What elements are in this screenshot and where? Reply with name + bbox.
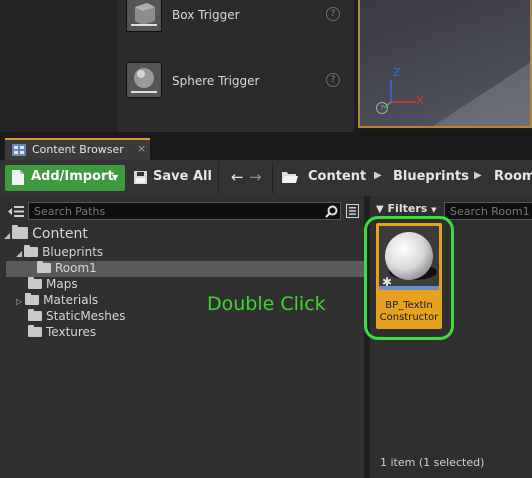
save-icon xyxy=(134,171,147,184)
tab-label: Content Browser xyxy=(32,143,124,156)
chevron-right-icon[interactable]: ▶ xyxy=(474,170,482,181)
filter-icon: ▼ xyxy=(376,204,384,215)
folder-icon xyxy=(24,245,39,257)
folder-icon xyxy=(28,277,42,289)
folder-icon xyxy=(37,261,51,273)
breadcrumb-room1[interactable]: Room1 xyxy=(494,169,532,184)
tree-item-materials[interactable]: ▷ Materials xyxy=(16,293,98,309)
close-icon[interactable]: × xyxy=(137,142,146,155)
tree-item-blueprints[interactable]: ◢ Blueprints xyxy=(16,245,103,261)
search-assets-placeholder: Search Room1 xyxy=(450,205,530,218)
search-icon[interactable] xyxy=(325,205,338,218)
folder-icon xyxy=(28,309,42,321)
tree-item-label: Textures xyxy=(46,325,97,339)
tree-item-label: Content xyxy=(32,226,88,242)
place-item-sphere-trigger[interactable]: Sphere Trigger ? xyxy=(124,62,348,102)
tree-item-textures[interactable]: Textures xyxy=(28,325,96,341)
content-browser-toolbar: Add/Import ▼ Save All ← → Content ▶ Blue… xyxy=(0,160,532,196)
tab-strip: Content Browser × xyxy=(0,136,532,160)
folder-open-icon xyxy=(282,172,298,183)
box-trigger-icon xyxy=(126,0,162,32)
place-actors-panel: Box Trigger ? Sphere Trigger ? xyxy=(118,0,354,132)
double-click-annotation: Double Click xyxy=(207,293,326,315)
tree-item-maps[interactable]: Maps xyxy=(28,277,78,293)
add-import-label: Add/Import xyxy=(31,169,114,184)
tree-item-label: Maps xyxy=(46,277,78,291)
expand-arrow-icon[interactable]: ◢ xyxy=(16,249,22,258)
breadcrumb-content[interactable]: Content xyxy=(308,169,366,184)
content-browser-icon xyxy=(12,144,26,156)
chevron-right-icon[interactable]: ▷ xyxy=(16,297,22,306)
left-toolbar-area xyxy=(0,0,118,132)
search-paths-input[interactable]: Search Paths xyxy=(28,202,341,220)
asset-view-panel: ▼ Filters ▼ Search Room1 ✱ BP_TextIn Con… xyxy=(364,196,532,478)
tree-item-label: StaticMeshes xyxy=(46,309,126,323)
folder-icon xyxy=(12,225,29,239)
back-arrow-icon[interactable]: ← xyxy=(231,168,244,186)
forward-arrow-icon[interactable]: → xyxy=(249,168,262,186)
toolbar-divider xyxy=(218,162,219,194)
chevron-down-icon: ▼ xyxy=(431,206,437,214)
search-paths-placeholder: Search Paths xyxy=(34,205,106,218)
viewport-scene[interactable]: Z X ? xyxy=(358,0,532,128)
place-item-box-trigger[interactable]: Box Trigger ? xyxy=(124,0,348,36)
chevron-right-icon[interactable]: ▶ xyxy=(374,170,382,181)
save-all-label: Save All xyxy=(153,169,212,184)
add-import-button[interactable]: Add/Import ▼ xyxy=(5,165,125,191)
axis-x-label: X xyxy=(416,94,424,107)
tree-item-staticmeshes[interactable]: StaticMeshes xyxy=(28,309,126,325)
help-icon[interactable]: ? xyxy=(326,7,340,21)
selection-status: 1 item (1 selected) xyxy=(380,456,485,469)
save-all-button[interactable]: Save All xyxy=(134,168,244,188)
sources-panel: Search Paths ◢ Content ◢ Blueprints Room1 … xyxy=(0,196,364,478)
help-icon[interactable]: ? xyxy=(326,73,340,87)
level-viewport[interactable]: Z X ? xyxy=(354,0,532,132)
chevron-down-icon: ▼ xyxy=(112,173,119,182)
place-item-label: Sphere Trigger xyxy=(172,74,260,88)
folder-icon xyxy=(28,325,42,337)
filters-label: Filters xyxy=(387,202,428,215)
tree-item-label: Blueprints xyxy=(42,245,104,259)
tree-item-room1[interactable]: Room1 xyxy=(37,261,97,277)
highlight-annotation-outline xyxy=(364,216,454,340)
tree-item-content[interactable]: ◢ Content xyxy=(4,225,88,242)
tab-content-browser[interactable]: Content Browser × xyxy=(5,138,150,160)
search-assets-input[interactable]: Search Room1 xyxy=(444,202,532,220)
filters-button[interactable]: ▼ Filters ▼ xyxy=(376,202,437,215)
sphere-trigger-icon xyxy=(126,62,162,98)
view-options-icon[interactable] xyxy=(346,204,359,218)
axis-z-label: Z xyxy=(393,66,401,79)
tree-item-label: Materials xyxy=(43,293,99,307)
toolbar-divider xyxy=(272,162,273,194)
asset-tile-bp-textin-constructor[interactable]: ✱ BP_TextIn Constructor xyxy=(364,216,454,340)
folder-icon xyxy=(25,293,40,305)
sources-toggle-icon[interactable] xyxy=(8,205,24,218)
new-file-icon xyxy=(12,170,24,185)
breadcrumb-blueprints[interactable]: Blueprints xyxy=(393,169,469,184)
help-icon[interactable]: ? xyxy=(376,102,388,114)
expand-arrow-icon[interactable]: ◢ xyxy=(4,231,10,240)
tree-item-label: Room1 xyxy=(55,261,97,275)
place-item-label: Box Trigger xyxy=(172,8,240,22)
